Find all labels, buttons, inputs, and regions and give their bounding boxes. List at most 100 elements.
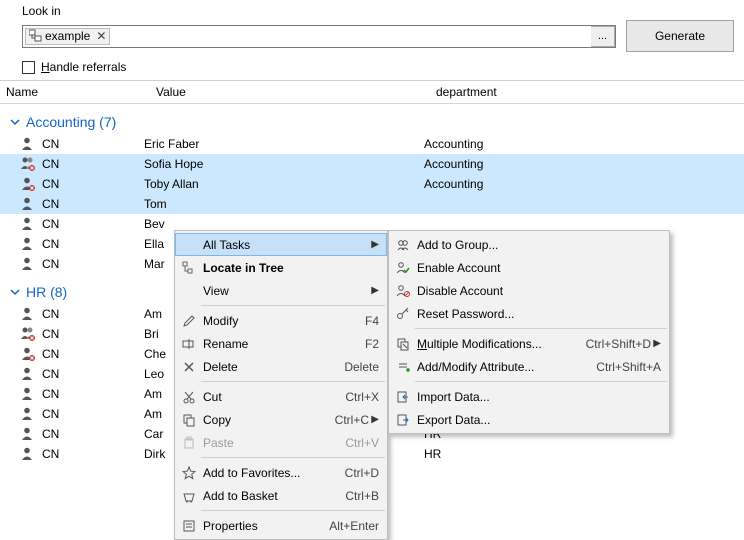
copy-icon (179, 413, 199, 427)
menu-add-to-group[interactable]: Add to Group... (389, 233, 669, 256)
user-icon (20, 326, 36, 342)
cell-name: CN (42, 327, 59, 341)
cell-value: Bev (144, 217, 424, 231)
look-in-label: Look in (22, 4, 734, 18)
cell-name: CN (42, 137, 59, 151)
group-icon (393, 238, 413, 252)
delete-icon (179, 360, 199, 374)
cell-name: CN (42, 387, 59, 401)
submenu-arrow-icon: ▶ (651, 338, 661, 349)
menu-disable-account[interactable]: Disable Account (389, 279, 669, 302)
cell-name: CN (42, 407, 59, 421)
menu-enable-account[interactable]: Enable Account (389, 256, 669, 279)
menu-all-tasks[interactable]: All Tasks ▶ (175, 233, 387, 256)
menu-modify[interactable]: Modify F4 (175, 309, 387, 332)
cell-name: CN (42, 307, 59, 321)
cell-name: CN (42, 177, 59, 191)
group-title: HR (8) (26, 284, 67, 300)
chevron-down-icon (10, 287, 20, 297)
user-icon (20, 306, 36, 322)
user-icon (20, 346, 36, 362)
chip-label: example (45, 29, 90, 43)
cell-department: Accounting (424, 177, 744, 191)
menu-rename[interactable]: Rename F2 (175, 332, 387, 355)
menu-view[interactable]: View ▶ (175, 279, 387, 302)
user-icon (20, 386, 36, 402)
browse-button[interactable]: ... (591, 26, 615, 47)
table-row[interactable]: CN Toby AllanAccounting (0, 174, 744, 194)
handle-referrals-label: Handle referrals (41, 60, 126, 74)
properties-icon (179, 519, 199, 533)
scope-chip[interactable]: example ✕ (25, 28, 110, 45)
menu-delete[interactable]: Delete Delete (175, 355, 387, 378)
group-header[interactable]: Accounting (7) (0, 104, 744, 134)
menu-properties[interactable]: Properties Alt+Enter (175, 514, 387, 537)
user-icon (20, 156, 36, 172)
menu-add-basket[interactable]: Add to Basket Ctrl+B (175, 484, 387, 507)
menu-import-data[interactable]: Import Data... (389, 385, 669, 408)
user-icon (20, 236, 36, 252)
table-row[interactable]: CN Eric FaberAccounting (0, 134, 744, 154)
user-icon (20, 176, 36, 192)
cell-name: CN (42, 237, 59, 251)
chevron-down-icon (10, 117, 20, 127)
context-menu: All Tasks ▶ Locate in Tree View ▶ Modify… (174, 230, 388, 540)
enable-icon (393, 261, 413, 275)
menu-separator (201, 305, 385, 306)
cell-value: Sofia Hope (144, 157, 424, 171)
menu-separator (415, 381, 667, 382)
cell-name: CN (42, 447, 59, 461)
cell-name: CN (42, 367, 59, 381)
cell-name: CN (42, 217, 59, 231)
generate-button[interactable]: Generate (626, 20, 734, 52)
add-attr-icon (393, 360, 413, 374)
cell-department: Accounting (424, 157, 744, 171)
export-icon (393, 413, 413, 427)
menu-add-modify-attribute[interactable]: Add/Modify Attribute... Ctrl+Shift+A (389, 355, 669, 378)
user-icon (20, 426, 36, 442)
chip-close-icon[interactable]: ✕ (96, 29, 106, 43)
cell-value: Eric Faber (144, 137, 424, 151)
basket-icon (179, 489, 199, 503)
column-department[interactable]: department (436, 85, 744, 99)
rename-icon (179, 337, 199, 351)
cell-name: CN (42, 157, 59, 171)
all-tasks-submenu: Add to Group... Enable Account Disable A… (388, 230, 670, 434)
cell-value: Tom (144, 197, 424, 211)
cell-department: Accounting (424, 137, 744, 151)
column-value[interactable]: Value (156, 85, 436, 99)
look-in-input[interactable]: example ✕ ... (22, 25, 616, 48)
star-icon (179, 466, 199, 480)
menu-separator (201, 457, 385, 458)
folder-tree-icon (29, 29, 43, 43)
group-title: Accounting (7) (26, 114, 116, 130)
cell-name: CN (42, 347, 59, 361)
column-name[interactable]: Name (6, 85, 156, 99)
menu-cut[interactable]: Cut Ctrl+X (175, 385, 387, 408)
key-icon (393, 307, 413, 321)
menu-export-data[interactable]: Export Data... (389, 408, 669, 431)
user-icon (20, 216, 36, 232)
disable-icon (393, 284, 413, 298)
cell-name: CN (42, 427, 59, 441)
cell-value: Toby Allan (144, 177, 424, 191)
menu-reset-password[interactable]: Reset Password... (389, 302, 669, 325)
column-headers: Name Value department (0, 81, 744, 104)
menu-locate-in-tree[interactable]: Locate in Tree (175, 256, 387, 279)
import-icon (393, 390, 413, 404)
user-icon (20, 446, 36, 462)
cell-name: CN (42, 257, 59, 271)
submenu-arrow-icon: ▶ (369, 239, 379, 250)
table-row[interactable]: CN Tom (0, 194, 744, 214)
user-icon (20, 136, 36, 152)
table-row[interactable]: CN Sofia HopeAccounting (0, 154, 744, 174)
submenu-arrow-icon: ▶ (369, 414, 379, 425)
handle-referrals-checkbox[interactable] (22, 61, 35, 74)
menu-add-favorites[interactable]: Add to Favorites... Ctrl+D (175, 461, 387, 484)
menu-paste: Paste Ctrl+V (175, 431, 387, 454)
menu-copy[interactable]: Copy Ctrl+C ▶ (175, 408, 387, 431)
user-icon (20, 366, 36, 382)
cell-department: HR (424, 447, 744, 461)
cell-name: CN (42, 197, 59, 211)
menu-multiple-modifications[interactable]: Multiple Modifications... Ctrl+Shift+D ▶ (389, 332, 669, 355)
